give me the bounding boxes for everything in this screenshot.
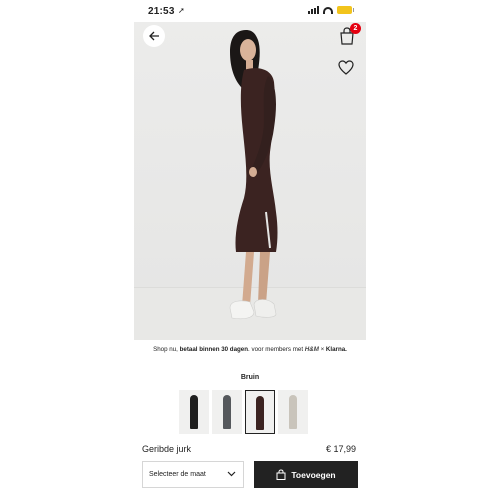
swatch-grey[interactable] <box>212 390 242 434</box>
color-swatches <box>179 390 308 434</box>
swatch-dress <box>256 396 264 430</box>
chevron-down-icon <box>227 471 236 477</box>
back-button[interactable] <box>143 25 165 47</box>
size-select-label: Selecteer de maat <box>149 471 206 478</box>
add-to-bag-button[interactable]: Toevoegen <box>254 461 358 488</box>
color-label: Bruin <box>240 374 260 381</box>
bag-count-badge: 2 <box>350 23 361 34</box>
promo-bold: betaal binnen 30 dagen <box>179 346 249 353</box>
swatch-black[interactable] <box>179 390 209 434</box>
model-photo <box>229 30 278 320</box>
promo-text: Shop nu, <box>153 346 180 353</box>
heart-icon <box>338 60 354 75</box>
klarna-logo: Klarna. <box>325 346 347 353</box>
status-time: 21:53 <box>148 6 175 17</box>
swatch-beige[interactable] <box>278 390 308 434</box>
battery-icon <box>337 6 354 14</box>
product-name: Geribde jurk <box>142 444 192 454</box>
promo-separator: × <box>318 346 326 353</box>
swatch-dress <box>289 395 297 429</box>
phone-screen: 21:53 ➚ 2 Shop nu, betaal binnen 30 dage… <box>134 0 366 500</box>
location-icon: ➚ <box>178 6 185 15</box>
hm-logo: H&M <box>304 346 319 353</box>
payment-promo: Shop nu, betaal binnen 30 dagen. voor me… <box>134 346 366 353</box>
status-bar: 21:53 ➚ <box>134 0 366 22</box>
favorite-button[interactable] <box>338 60 356 78</box>
bag-lock-icon <box>276 469 286 480</box>
signal-icon <box>308 6 319 14</box>
wifi-icon <box>323 6 333 14</box>
status-icons <box>308 6 354 14</box>
swatch-dress <box>223 395 231 429</box>
swatch-dress <box>190 395 198 429</box>
size-select[interactable]: Selecteer de maat <box>142 461 244 488</box>
swatch-brown[interactable] <box>245 390 275 434</box>
shopping-bag-button[interactable]: 2 <box>339 23 361 47</box>
product-image[interactable] <box>134 12 366 340</box>
arrow-left-icon <box>149 31 159 41</box>
add-to-bag-label: Toevoegen <box>291 469 336 480</box>
promo-text-2: . voor members met <box>248 346 305 353</box>
product-price: € 17,99 <box>325 444 356 454</box>
